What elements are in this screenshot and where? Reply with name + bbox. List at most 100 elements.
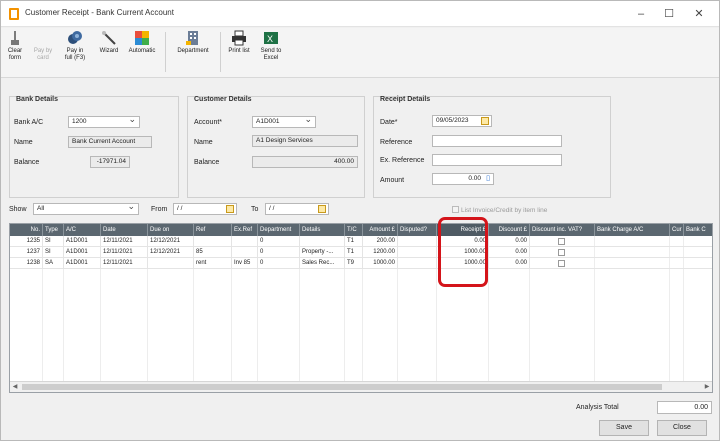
pay-by-card-button[interactable]: Pay by card [31,30,55,61]
cell-dept: 0 [258,247,300,258]
clear-form-button[interactable]: Clear form [4,30,26,61]
analysis-total-field: 0.00 [657,401,712,414]
print-list-button[interactable]: Print list [225,30,253,55]
horizontal-scrollbar[interactable]: ◀ ▶ [10,381,712,392]
toolbar-separator [220,32,221,72]
discount-inc-vat-checkbox[interactable] [558,260,565,267]
scroll-thumb[interactable] [22,384,662,390]
column-header[interactable]: Bank Charge A/C [595,224,670,236]
column-header[interactable]: Department [258,224,300,236]
column-header[interactable]: T/C [345,224,363,236]
reference-label: Reference [380,139,413,146]
column-header[interactable]: Discount £ [489,224,530,236]
column-header[interactable]: Ref [194,224,232,236]
column-header[interactable]: Cur [670,224,684,236]
cell-amount: 200.00 [363,236,398,247]
bank-balance-label: Balance [14,159,40,166]
customer-balance-field: 400.00 [252,156,358,168]
close-window-button[interactable]: ✕ [687,6,711,22]
reference-input[interactable] [432,135,562,147]
customer-details-panel: Customer Details Account* A1D001 Name A1… [187,96,365,198]
cell-type: SI [43,247,64,258]
receipt-details-panel: Receipt Details Date* 09/05/2023 Referen… [373,96,611,198]
app-icon [9,8,19,20]
wizard-button[interactable]: Wizard [97,30,121,55]
amount-label: Amount [380,177,405,184]
discount-inc-vat-checkbox[interactable] [558,249,565,256]
cell-tc: T1 [345,236,363,247]
cell-receipt[interactable]: 1000.00 [437,258,489,269]
calendar-icon[interactable] [481,117,489,125]
scroll-left-icon[interactable]: ◀ [10,382,20,392]
close-button[interactable]: Close [657,420,707,436]
calendar-icon[interactable] [226,205,234,213]
customer-balance-label: Balance [194,159,220,166]
department-button[interactable]: Department [171,30,215,55]
bank-ac-select[interactable]: 1200 [68,116,140,128]
to-date-input[interactable]: / / [265,203,329,215]
bank-details-title: Bank Details [16,96,59,103]
column-header[interactable]: A/C [64,224,101,236]
column-header[interactable]: Details [300,224,345,236]
cell-no: 1235 [10,236,43,247]
cell-discount[interactable]: 0.00 [489,258,530,269]
checkbox-icon [452,206,459,213]
bank-details-panel: Bank Details Bank A/C 1200 Name Bank Cur… [9,96,179,198]
table-row[interactable]: 1235 SI A1D001 12/11/2021 12/12/2021 0 T1 200.0… [10,236,712,247]
column-header[interactable]: Bank C [684,224,712,236]
pay-in-full-button[interactable]: Pay in full (F3) [61,30,89,61]
column-header[interactable]: Due on [148,224,194,236]
cell-discount[interactable]: 0.00 [489,236,530,247]
from-label: From [151,206,168,213]
list-by-item-line-checkbox[interactable]: List Invoice/Credit by item line [452,206,547,214]
column-header[interactable]: Disputed? [398,224,437,236]
bank-balance-field: -17971.04 [90,156,130,168]
table-row[interactable]: 1238 SA A1D001 12/11/2021 rent Inv 85 0 Sales R… [10,258,712,269]
send-to-excel-button[interactable]: X Send to Excel [256,30,286,61]
column-header[interactable]: Ex.Ref [232,224,258,236]
column-header[interactable]: No. [10,224,43,236]
account-select[interactable]: A1D001 [252,116,316,128]
automatic-button[interactable]: Automatic [125,30,159,55]
table-row[interactable]: 1237 SI A1D001 12/11/2021 12/12/2021 85 0 Prope… [10,247,712,258]
column-header[interactable]: Type [43,224,64,236]
maximize-button[interactable]: ☐ [657,6,681,22]
amount-input[interactable]: 0.00 ▯ [432,173,494,185]
cell-amount: 1200.00 [363,247,398,258]
account-label: Account* [194,119,223,126]
window-title: Customer Receipt - Bank Current Account [25,8,174,17]
cell-no: 1238 [10,258,43,269]
minimize-button[interactable]: – [629,6,653,22]
cell-type: SA [43,258,64,269]
date-input[interactable]: 09/05/2023 [432,115,492,127]
toolbar-separator [165,32,166,72]
cell-details: Sales Rec... [300,258,345,269]
cell-ref: 85 [194,247,232,258]
discount-inc-vat-checkbox[interactable] [558,238,565,245]
cell-ac: A1D001 [64,236,101,247]
toolbar: Clear form Pay by card Pay in full (F3) … [1,28,719,78]
cell-amount: 1000.00 [363,258,398,269]
ex-reference-input[interactable] [432,154,562,166]
calculator-icon[interactable]: ▯ [486,174,490,184]
grid-header: No. Type A/C Date Due on Ref Ex.Ref Department D… [10,224,712,236]
cell-date: 12/11/2021 [101,236,148,247]
column-header[interactable]: Receipt £ [437,224,489,236]
scroll-right-icon[interactable]: ▶ [702,382,712,392]
cell-exref: Inv 85 [232,258,258,269]
cell-details [300,236,345,247]
bank-ac-label: Bank A/C [14,119,44,126]
from-date-input[interactable]: / / [173,203,237,215]
card-icon [35,30,51,46]
save-button[interactable]: Save [599,420,649,436]
cell-ac: A1D001 [64,247,101,258]
calendar-icon[interactable] [318,205,326,213]
cell-discount[interactable]: 0.00 [489,247,530,258]
column-header[interactable]: Discount inc. VAT? [530,224,595,236]
column-header[interactable]: Amount £ [363,224,398,236]
cell-disputed [398,258,437,269]
column-header[interactable]: Date [101,224,148,236]
cell-receipt[interactable]: 0.00 [437,236,489,247]
show-select[interactable]: All [33,203,139,215]
cell-receipt[interactable]: 1000.00 [437,247,489,258]
